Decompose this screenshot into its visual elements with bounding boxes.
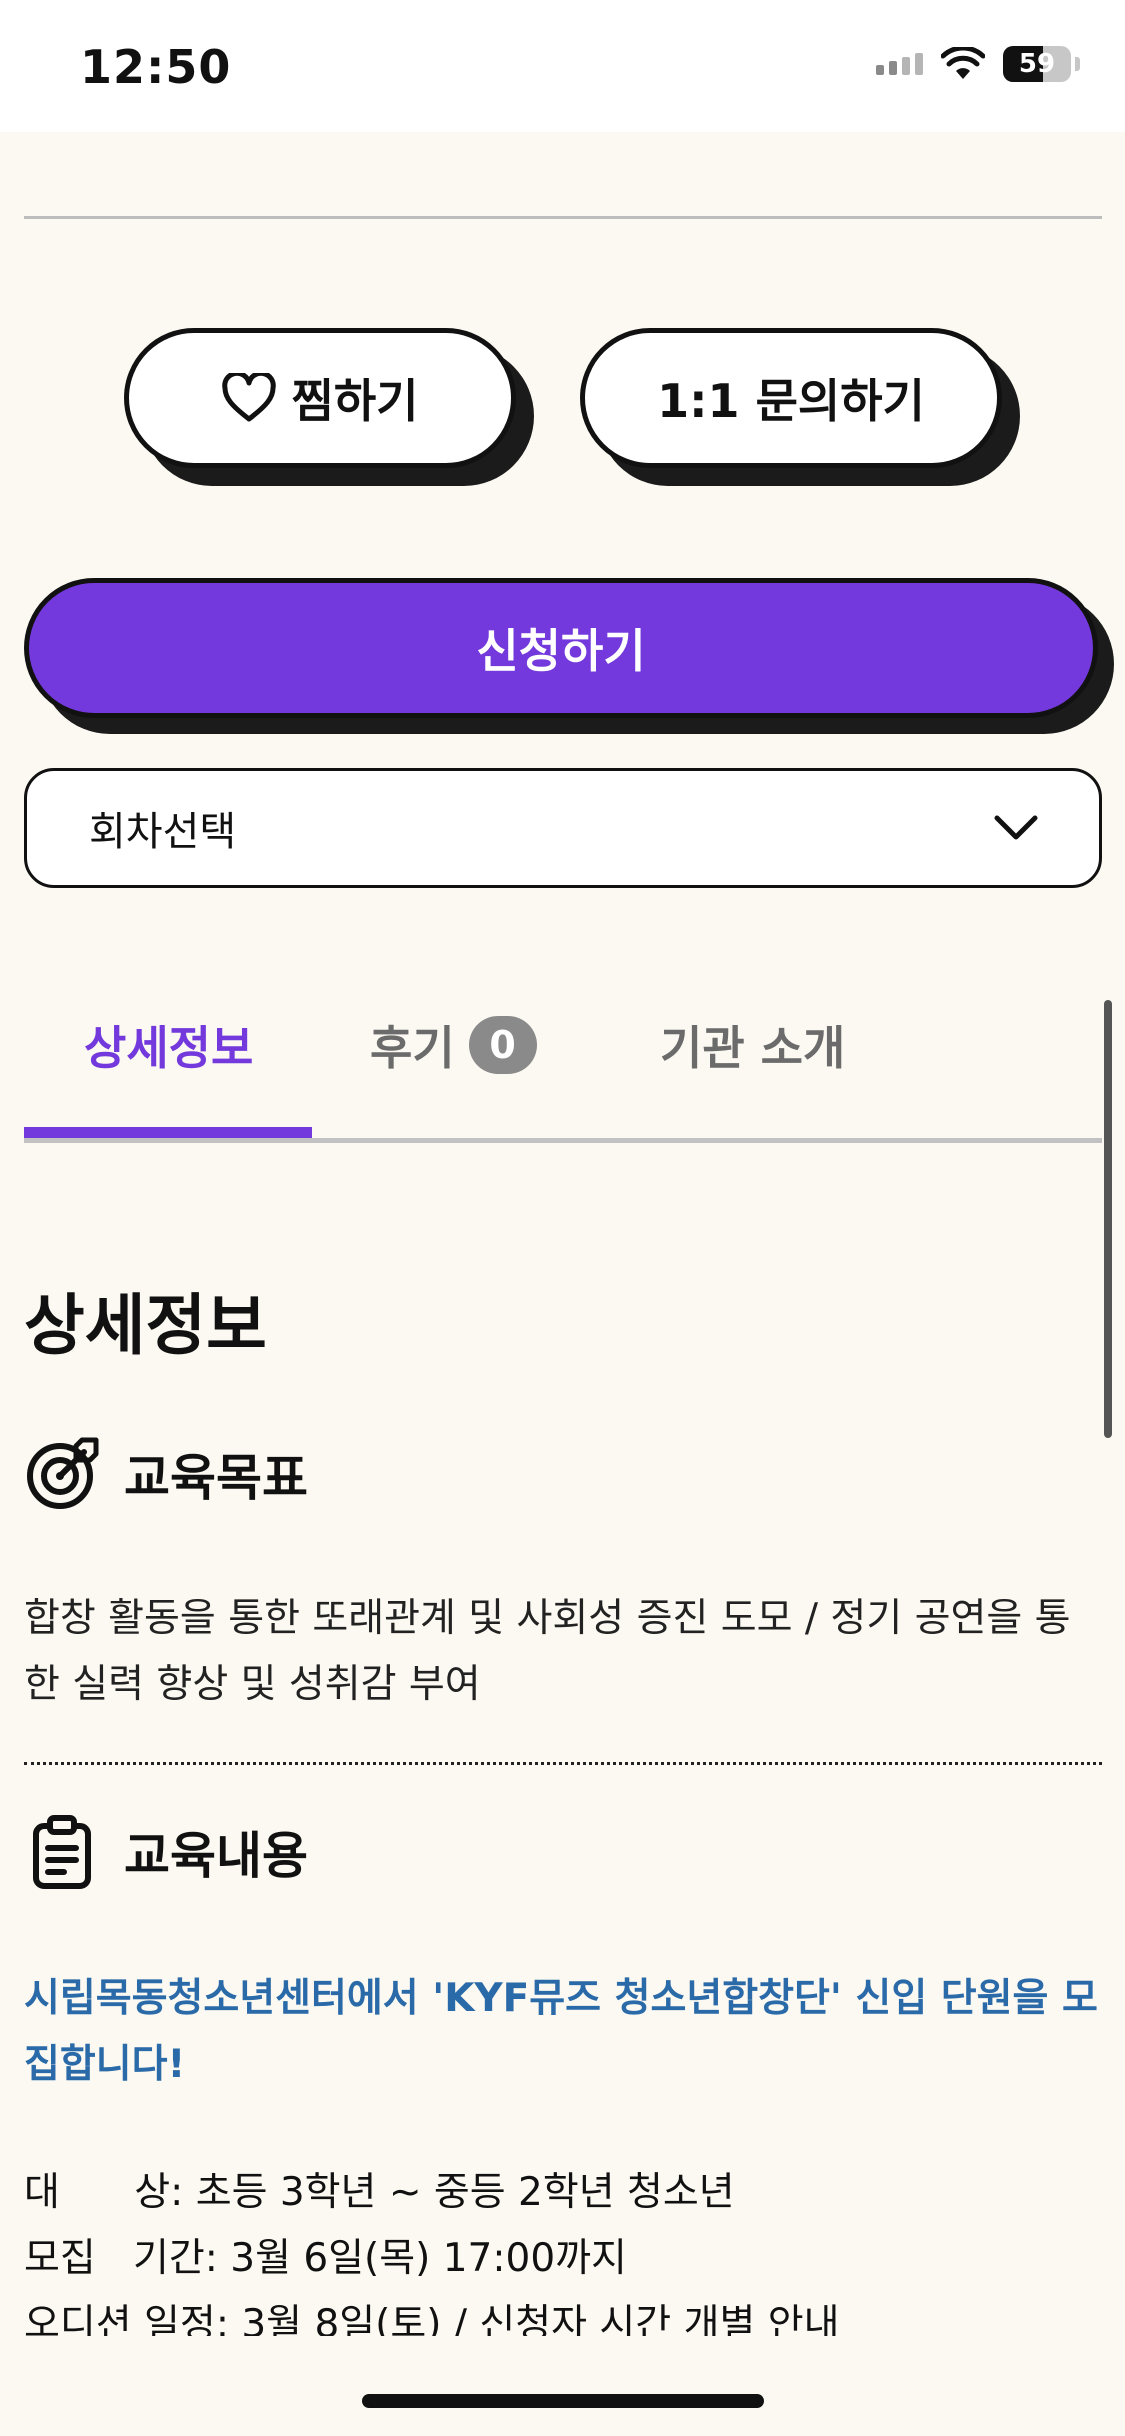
info-key: 모집 기간	[24, 2236, 205, 2281]
inquiry-label: 1:1 문의하기	[657, 374, 925, 428]
wifi-icon	[941, 47, 985, 79]
clipboard-icon	[33, 1815, 91, 1889]
inquiry-button[interactable]: 1:1 문의하기	[580, 328, 1002, 468]
session-select[interactable]: 회차선택	[24, 768, 1102, 888]
heart-icon	[221, 373, 276, 422]
home-indicator[interactable]	[362, 2394, 764, 2408]
info-value: : 초등 3학년 ~ 중등 2학년 청소년	[170, 2170, 735, 2215]
signal-icon	[876, 53, 923, 75]
status-icons: 59	[876, 46, 1080, 82]
detail-title: 상세정보	[24, 1287, 267, 1364]
recruitment-headline: 시립목동청소년센터에서 'KYF뮤즈 청소년합창단' 신입 단원을 모집합니다!	[24, 1976, 1098, 2087]
section-divider	[24, 1762, 1102, 1765]
info-key: 대 상	[24, 2170, 171, 2215]
status-bar: 12:50 59	[0, 0, 1125, 132]
wish-button[interactable]: 찜하기	[124, 328, 516, 468]
battery-icon: 59	[1003, 46, 1071, 82]
bottom-safe-area	[0, 2336, 1125, 2436]
tabs-active-indicator	[24, 1127, 312, 1138]
detail-tabs: 상세정보 후기 0 기관 소개	[24, 990, 1102, 1143]
goal-heading-label: 교육목표	[124, 1449, 308, 1507]
tab-organization[interactable]: 기관 소개	[660, 1012, 845, 1078]
tab-organization-label: 기관 소개	[660, 1021, 846, 1075]
review-count-badge: 0	[468, 1016, 537, 1074]
tab-detail-label: 상세정보	[84, 1021, 254, 1075]
goal-text: 합창 활동을 통한 또래관계 및 사회성 증진 도모 / 정기 공연을 통한 실…	[24, 1596, 1071, 1707]
wish-label: 찜하기	[291, 374, 419, 428]
battery-level: 59	[1018, 49, 1056, 79]
goal-heading: 교육목표	[24, 1436, 308, 1512]
content-heading: 교육내용	[24, 1814, 308, 1890]
session-select-value: 회차선택	[89, 809, 237, 855]
status-time: 12:50	[80, 40, 232, 94]
recruitment-info: 대 상 : 초등 3학년 ~ 중등 2학년 청소년 모집 기간 : 3월 6일(…	[24, 2160, 1102, 2358]
info-row-target: 대 상 : 초등 3학년 ~ 중등 2학년 청소년	[24, 2160, 1102, 2226]
chevron-down-icon	[994, 815, 1038, 840]
tab-detail[interactable]: 상세정보	[84, 1012, 253, 1078]
apply-label: 신청하기	[476, 624, 646, 678]
target-icon	[27, 1437, 99, 1509]
content-heading-label: 교육내용	[124, 1827, 308, 1885]
tabs-underline	[24, 1138, 1102, 1143]
tab-review[interactable]: 후기 0	[370, 1012, 537, 1078]
top-divider	[24, 216, 1102, 219]
scrollbar[interactable]	[1104, 1000, 1112, 1438]
info-row-period: 모집 기간 : 3월 6일(목) 17:00까지	[24, 2226, 1102, 2292]
battery-cap	[1075, 57, 1080, 71]
tab-review-label: 후기	[370, 1021, 455, 1075]
apply-button[interactable]: 신청하기	[24, 578, 1098, 718]
info-value: : 3월 6일(목) 17:00까지	[204, 2236, 627, 2281]
